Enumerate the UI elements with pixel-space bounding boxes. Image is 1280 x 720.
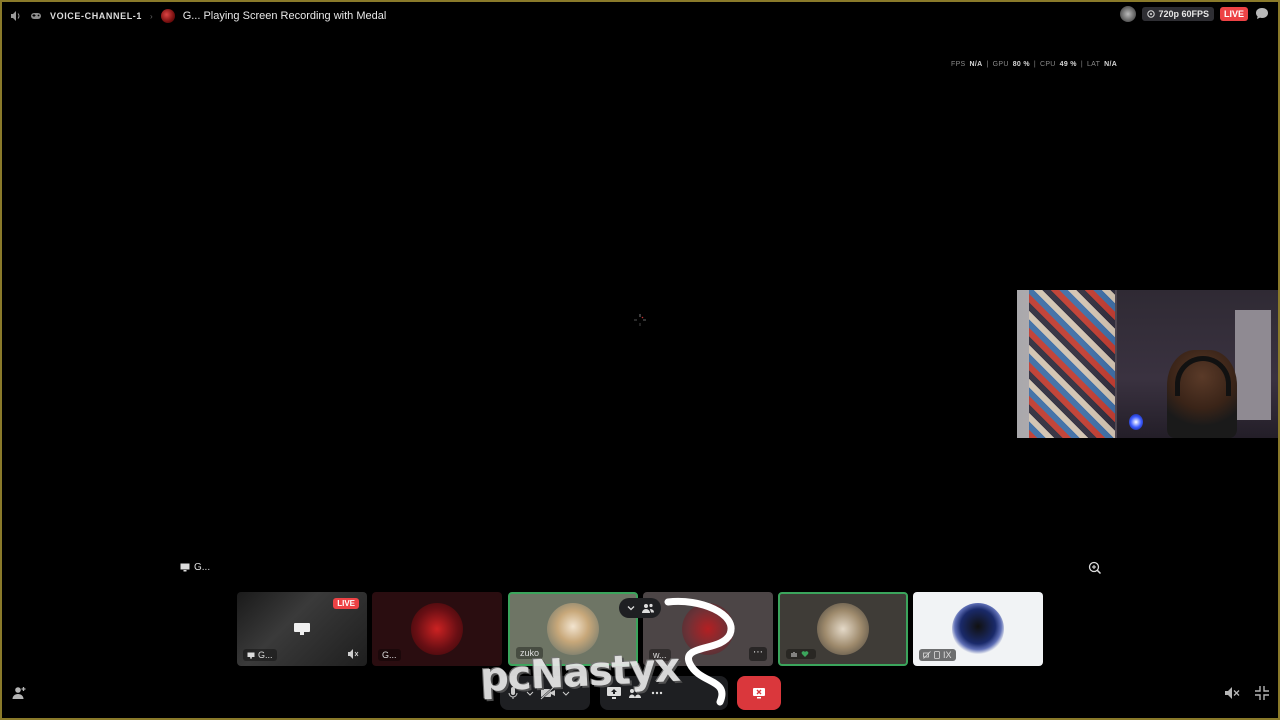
zoom-in-icon[interactable] [1087,560,1103,576]
quality-icon [1147,10,1156,18]
participant-name-text: G... [258,650,273,660]
mobile-icon [934,651,940,659]
gamepad-icon [30,11,42,21]
more-options-button[interactable]: ⋯ [749,647,767,661]
gpu-value: 80 % [1012,61,1030,68]
add-user-icon[interactable] [11,685,27,701]
fps-label: FPS [951,61,966,68]
performance-stats: FPS N/A | GPU 80 % | CPU 49 % | LAT N/A [951,61,1117,68]
quality-label: 720p 60FPS [1158,9,1209,19]
top-bar: VOICE-CHANNEL-1 › G... Playing Screen Re… [0,0,1280,32]
speaker-icon[interactable] [10,10,22,22]
screen-share-label[interactable]: G... [180,562,210,573]
screen-share-name: G... [194,562,211,573]
participant-status [786,649,816,659]
monitor-icon [180,563,190,572]
stat-divider: | [986,61,989,68]
monitor-icon [294,623,310,635]
participant-name: IX [919,649,956,661]
hand-icon [791,652,797,657]
lat-label: LAT [1086,61,1101,68]
participants-icon[interactable] [641,602,655,614]
fps-value: N/A [969,61,983,68]
webcam-feed[interactable] [1017,290,1279,438]
live-badge: LIVE [1219,7,1248,21]
webcam-door [1235,310,1271,420]
tile-live-badge: LIVE [333,598,359,609]
gpu-label: GPU [992,61,1009,68]
wall-poster [1029,290,1115,438]
cpu-value: 49 % [1059,61,1077,68]
channel-name[interactable]: VOICE-CHANNEL-1 [50,11,142,21]
avatar [817,603,869,655]
avatar [411,603,463,655]
loading-spinner-icon [634,314,646,326]
cpu-label: CPU [1039,61,1056,68]
camera-off-icon [923,651,931,659]
chevron-down-icon[interactable] [626,603,636,613]
participant-tile-speaking[interactable] [778,592,908,666]
participant-name: G... [243,649,277,661]
minimize-icon[interactable] [1254,685,1270,701]
stat-divider: | [1033,61,1036,68]
stream-quality-badge[interactable]: 720p 60FPS [1142,7,1214,21]
participant-tile[interactable]: IX [913,592,1043,666]
stream-title: G... Playing Screen Recording with Medal [182,10,387,22]
green-heart-icon [801,651,809,657]
volume-mute-icon[interactable] [1224,685,1240,701]
avatar [952,603,1004,655]
lat-value: N/A [1104,61,1118,68]
chat-bubble-icon[interactable] [1254,6,1270,22]
breadcrumb-separator: › [150,11,153,21]
stat-divider: | [1080,61,1083,68]
leave-call-icon [753,688,765,699]
participant-name-text: IX [943,650,952,660]
speaker-muted-icon[interactable] [347,648,359,660]
strip-toggle[interactable] [619,598,661,618]
watermark-squiggle [664,597,735,706]
participant-name: G... [378,649,401,661]
streamer-avatar [160,9,175,23]
participant-tile-stream[interactable]: LIVE G... [237,592,367,666]
viewer-avatar[interactable] [1120,6,1137,22]
avatar [547,603,599,655]
monitor-icon [247,652,255,658]
blue-light [1129,414,1143,430]
